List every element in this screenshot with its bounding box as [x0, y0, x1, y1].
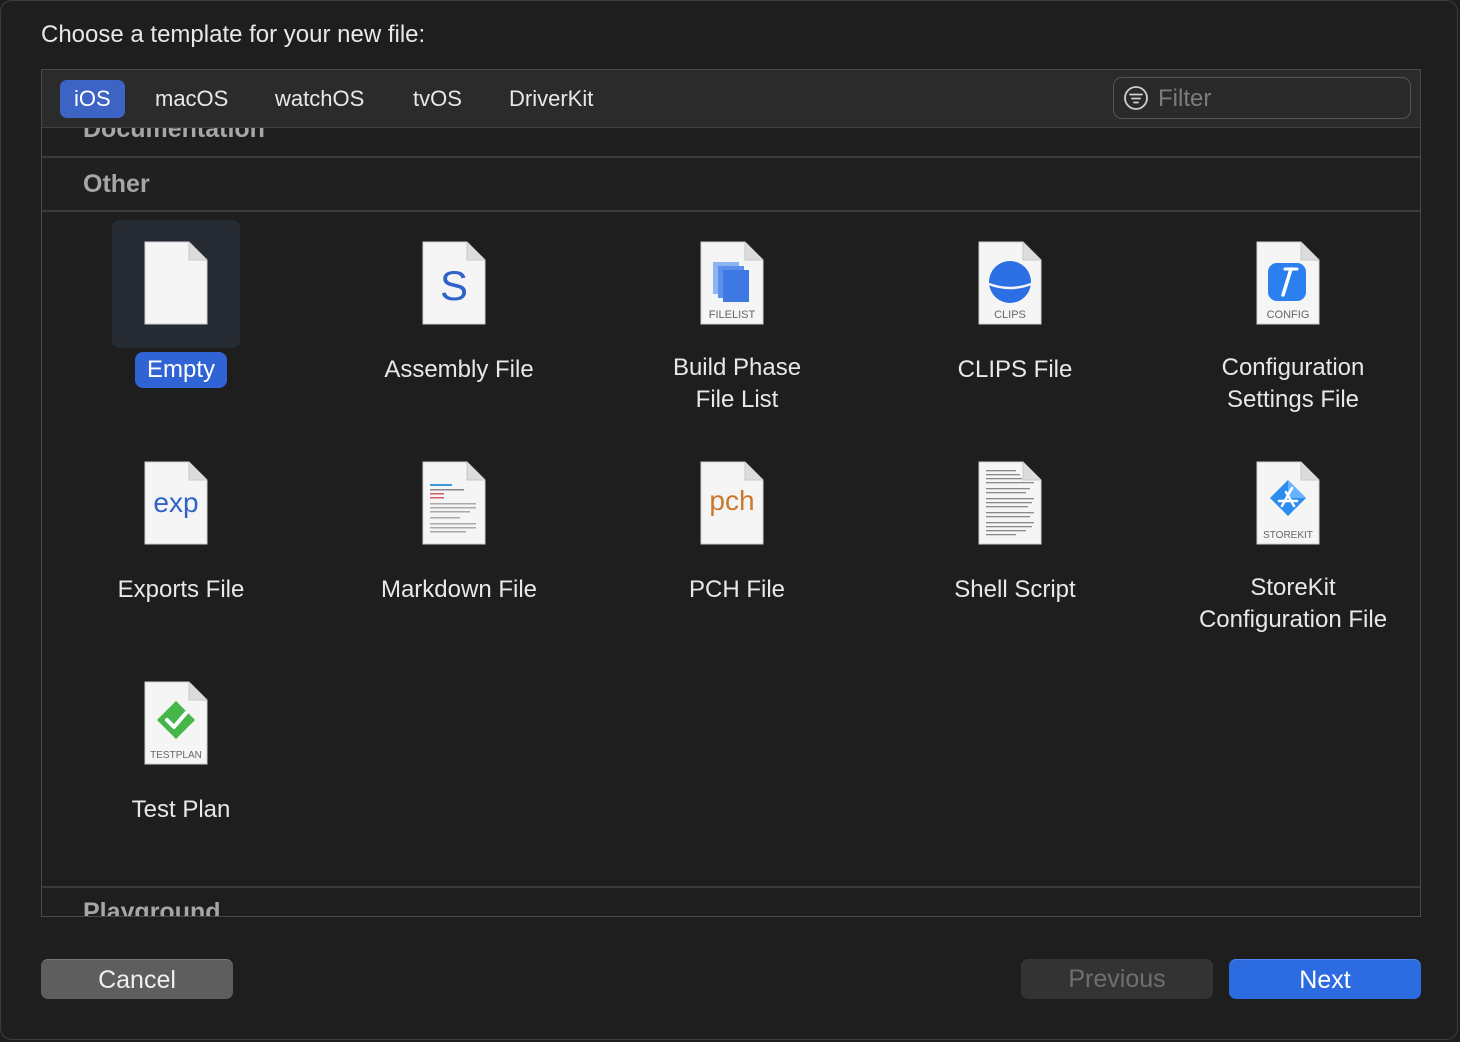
template-build-phase-file-list[interactable]: FILELIST Build Phase File List [598, 212, 876, 432]
exports-file-icon: exp [144, 461, 208, 545]
template-test-plan[interactable]: TESTPLAN Test Plan [42, 652, 320, 872]
new-file-dialog: Choose a template for your new file: iOS… [0, 0, 1458, 1040]
tab-macos[interactable]: macOS [141, 80, 242, 118]
template-tile [112, 220, 240, 348]
testplan-badge: TESTPLAN [150, 750, 202, 761]
testplan-icon: TESTPLAN [144, 681, 208, 765]
config-icon: CONFIG [1256, 241, 1320, 325]
assembly-file-icon: S [422, 241, 486, 325]
template-tile: TESTPLAN [112, 660, 240, 788]
filter-field[interactable] [1113, 77, 1411, 119]
template-clips-file[interactable]: CLIPS CLIPS File [876, 212, 1154, 432]
template-label: StoreKit Configuration File [1198, 574, 1388, 633]
template-grid: Empty S Assembly File FILELIST Build Pha… [42, 212, 1420, 886]
storekit-badge: STOREKIT [1263, 530, 1313, 541]
template-tile: pch [668, 440, 796, 568]
template-tile: CONFIG [1224, 220, 1352, 348]
template-configuration-settings-file[interactable]: CONFIG Configuration Settings File [1154, 212, 1420, 432]
template-assembly-file[interactable]: S Assembly File [320, 212, 598, 432]
filter-icon [1124, 86, 1148, 110]
template-markdown-file[interactable]: Markdown File [320, 432, 598, 652]
template-storekit-configuration-file[interactable]: STOREKIT StoreKit Configuration File [1154, 432, 1420, 652]
storekit-icon: STOREKIT [1256, 461, 1320, 545]
config-badge: CONFIG [1267, 309, 1310, 321]
template-label: PCH File [688, 576, 785, 603]
template-label: CLIPS File [957, 356, 1073, 383]
pch-badge: pch [709, 485, 754, 516]
assembly-badge: S [440, 262, 468, 309]
next-button[interactable]: Next [1229, 959, 1421, 999]
template-tile: FILELIST [668, 220, 796, 348]
template-label: Assembly File [384, 356, 534, 383]
filelist-icon: FILELIST [700, 241, 764, 325]
template-label: Test Plan [131, 796, 231, 823]
tab-ios[interactable]: iOS [60, 80, 125, 118]
template-exports-file[interactable]: exp Exports File [42, 432, 320, 652]
template-tile: S [390, 220, 518, 348]
template-label: Shell Script [954, 576, 1076, 603]
template-tile: STOREKIT [1224, 440, 1352, 568]
previous-button[interactable]: Previous [1021, 959, 1213, 999]
section-title-playground: Playground [83, 898, 221, 917]
section-header-playground: Playground [42, 886, 1420, 917]
tab-watchos[interactable]: watchOS [261, 80, 378, 118]
clips-icon: CLIPS [978, 241, 1042, 325]
template-tile [946, 440, 1074, 568]
template-shell-script[interactable]: Shell Script [876, 432, 1154, 652]
section-title-documentation: Documentation [83, 128, 265, 143]
template-pch-file[interactable]: pch PCH File [598, 432, 876, 652]
template-tile: CLIPS [946, 220, 1074, 348]
filelist-badge: FILELIST [709, 309, 756, 321]
empty-file-icon [144, 241, 208, 325]
template-tile [390, 440, 518, 568]
section-title-other: Other [83, 170, 150, 198]
clips-badge: CLIPS [994, 309, 1026, 321]
pch-file-icon: pch [700, 461, 764, 545]
tab-tvos[interactable]: tvOS [399, 80, 476, 118]
markdown-file-icon [422, 461, 486, 545]
cancel-button[interactable]: Cancel [41, 959, 233, 999]
tab-driverkit[interactable]: DriverKit [495, 80, 607, 118]
template-label: Markdown File [380, 576, 538, 603]
filter-input[interactable] [1156, 82, 1400, 116]
template-label: Build Phase File List [672, 354, 802, 413]
section-header-other: Other [42, 158, 1420, 212]
template-label: Exports File [117, 576, 245, 603]
dialog-prompt: Choose a template for your new file: [41, 21, 426, 48]
template-panel: iOS macOS watchOS tvOS DriverKit Documen… [41, 69, 1421, 917]
section-header-documentation: Documentation [42, 128, 1420, 158]
template-label: Empty [42, 352, 320, 388]
template-label: Configuration Settings File [1221, 354, 1365, 413]
shell-script-icon [978, 461, 1042, 545]
template-tile: exp [112, 440, 240, 568]
template-empty[interactable]: Empty [42, 212, 320, 432]
platform-tabbar: iOS macOS watchOS tvOS DriverKit [42, 70, 1420, 128]
exports-badge: exp [153, 487, 198, 518]
